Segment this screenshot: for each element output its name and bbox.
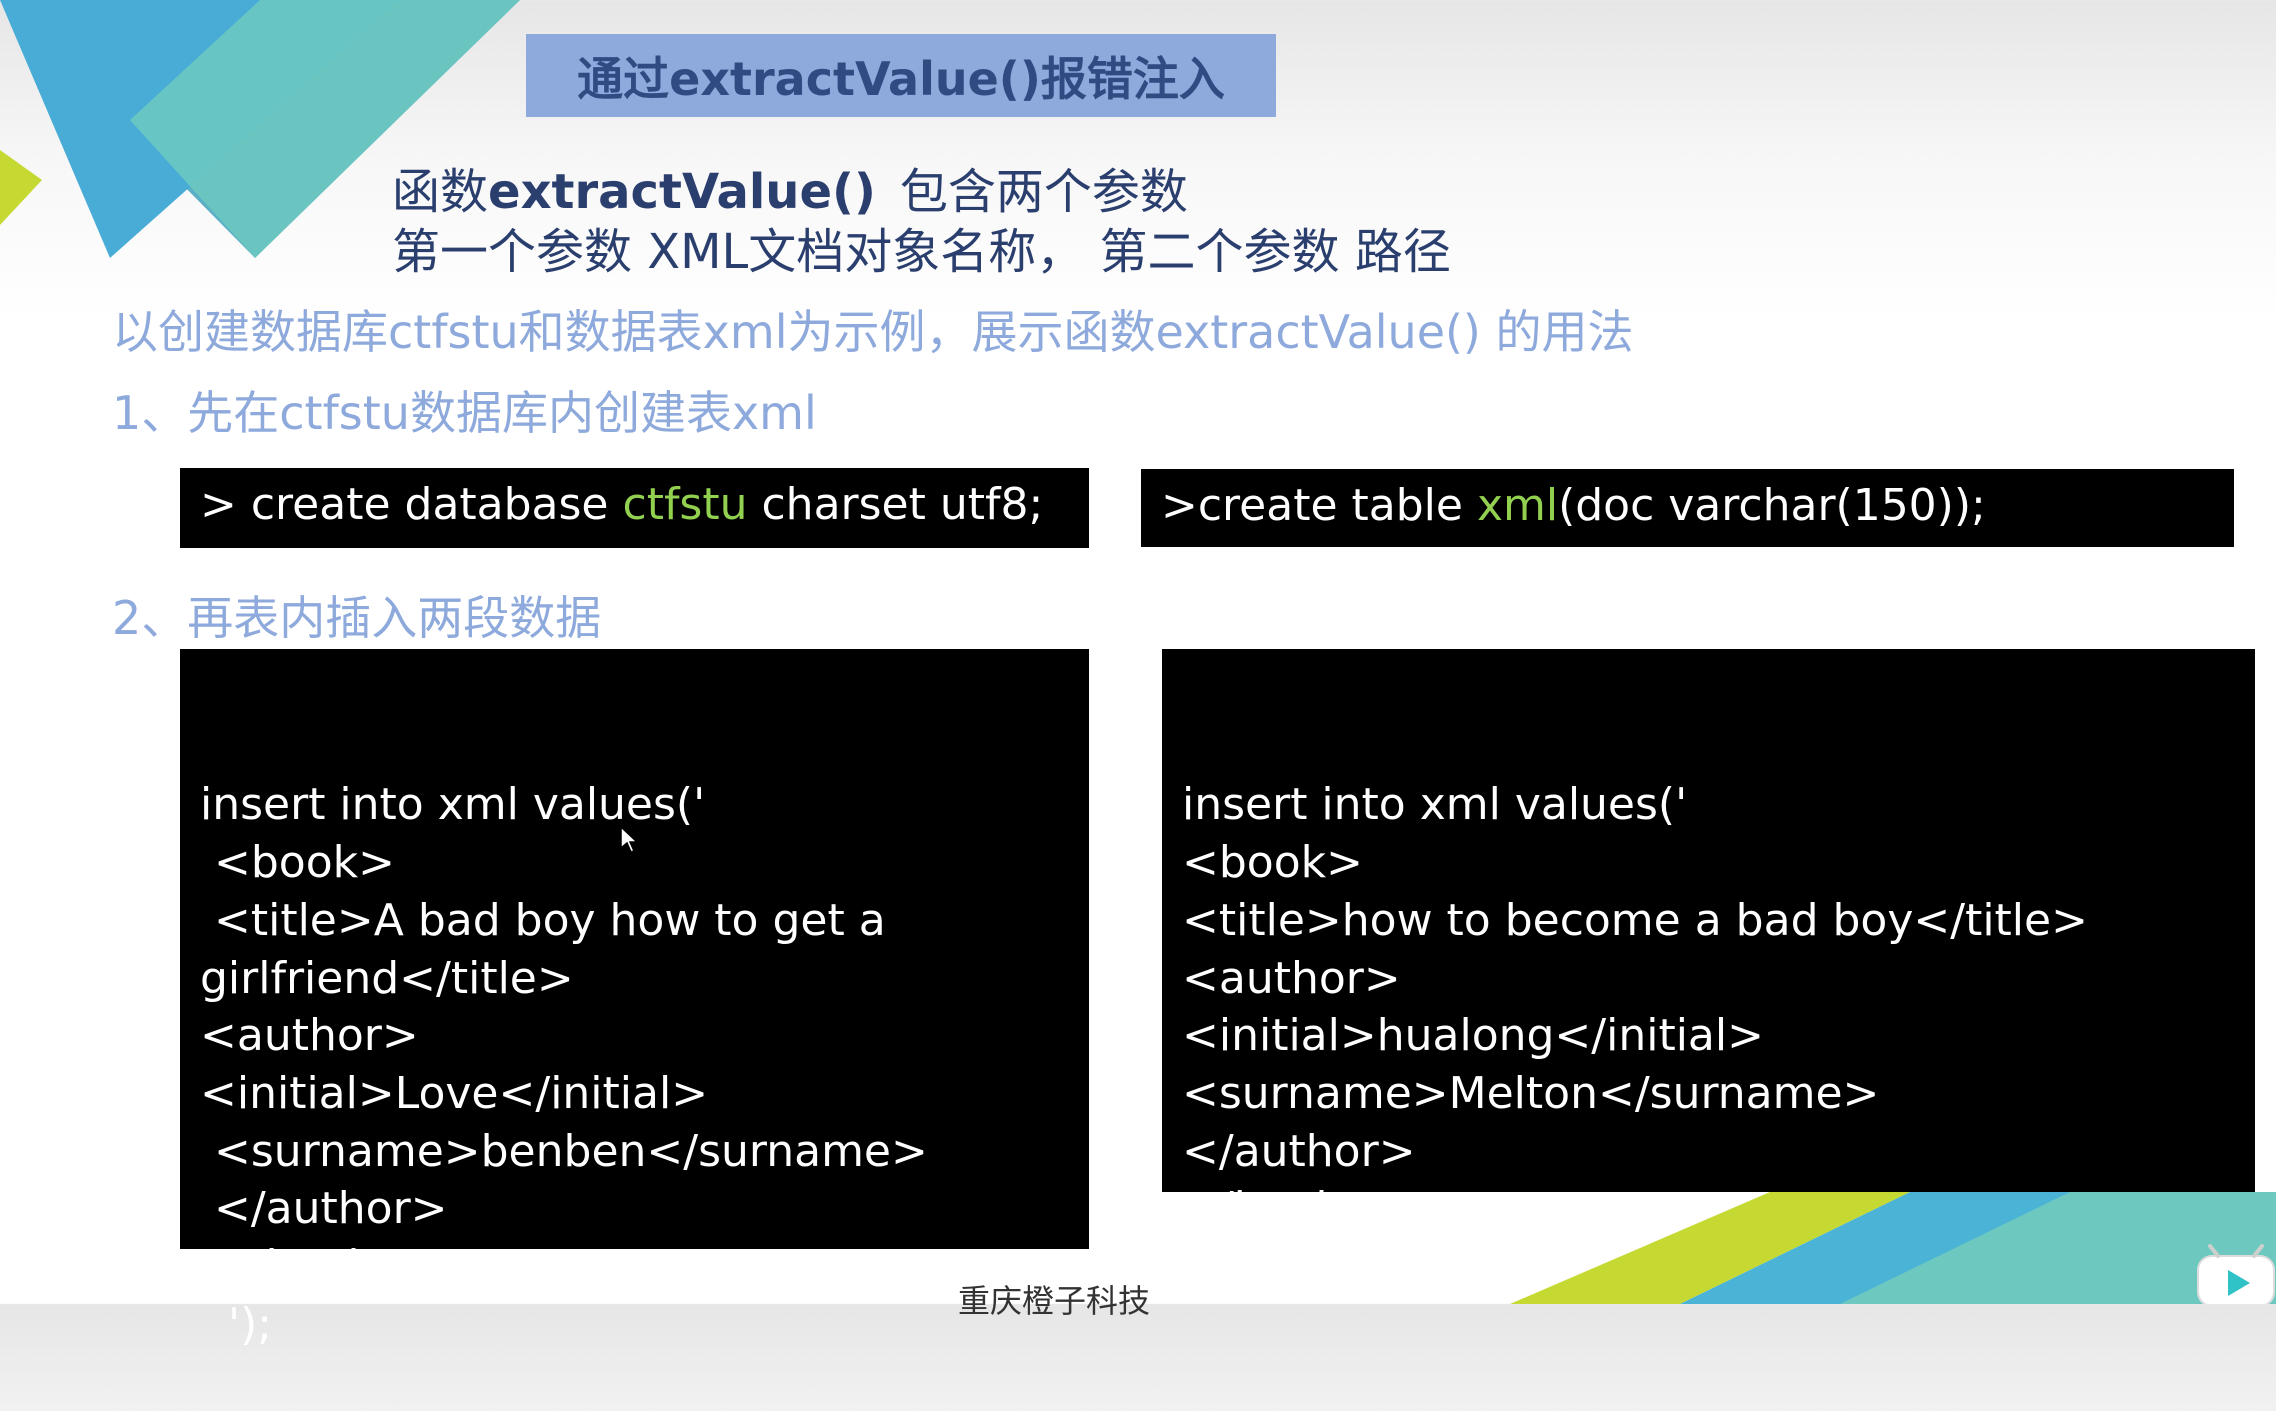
mouse-cursor-icon [620, 826, 639, 853]
step-2-heading: 2、再表内插入两段数据 [112, 591, 602, 645]
step-1-heading: 1、先在ctfstu数据库内创建表xml [112, 386, 817, 440]
code-line: insert into xml values(' [200, 779, 706, 831]
code-line: <title>how to become a bad boy</title> [1182, 894, 2088, 946]
code-line: <author> [200, 1010, 419, 1062]
code-line: <book> [200, 837, 395, 889]
code-text: charset utf8; [747, 479, 1044, 530]
code-line: </author> [200, 1183, 448, 1235]
code-line: <initial>hualong</initial> [1182, 1010, 1764, 1062]
code-line: <surname>Melton</surname> [1182, 1067, 1880, 1119]
code-line: insert into xml values(' [1182, 779, 1688, 831]
code-text: > create database [200, 479, 623, 530]
intro-line-2: 第一个参数 XML文档对象名称， 第二个参数 路径 [392, 224, 1451, 280]
code-line: <book> [1182, 837, 1363, 889]
slide-title-box: 通过extractValue()报错注入 [526, 34, 1276, 117]
code-line: <author> [1182, 952, 1401, 1004]
slide-title: 通过extractValue()报错注入 [577, 51, 1225, 106]
code-line: '); [200, 1298, 273, 1350]
footer-company: 重庆橙子科技 [958, 1282, 1151, 1320]
code-text: (doc varchar(150)); [1558, 480, 1986, 531]
code-line: </book> [200, 1241, 410, 1293]
code-line: '); [1182, 1241, 1227, 1293]
create-database-code: > create database ctfstu charset utf8; [180, 468, 1089, 548]
insert-statement-1: insert into xml values(' <book> <title>A… [180, 649, 1089, 1350]
code-highlight: ctfstu [622, 479, 748, 530]
code-line: <title>A bad boy how to get a [200, 894, 886, 946]
code-highlight: xml [1476, 480, 1559, 531]
code-text: >create table [1161, 480, 1477, 531]
insert-statement-2: insert into xml values(' <book> <title>how… [1162, 649, 2255, 1292]
create-table-code: >create table xml(doc varchar(150)); [1141, 469, 2234, 547]
code-line: </author> [1182, 1125, 1416, 1177]
code-line: <surname>benben</surname> [200, 1125, 928, 1177]
play-icon[interactable] [2196, 1244, 2276, 1304]
example-heading: 以创建数据库ctfstu和数据表xml为示例，展示函数extractValue(… [112, 305, 1634, 359]
lime-triangle-shape [0, 150, 42, 225]
code-line: girlfriend</title> [200, 952, 574, 1004]
code-line: <initial>Love</initial> [200, 1067, 709, 1119]
blue-triangle-shape [0, 0, 400, 258]
code-line: </book> [1182, 1183, 1378, 1235]
